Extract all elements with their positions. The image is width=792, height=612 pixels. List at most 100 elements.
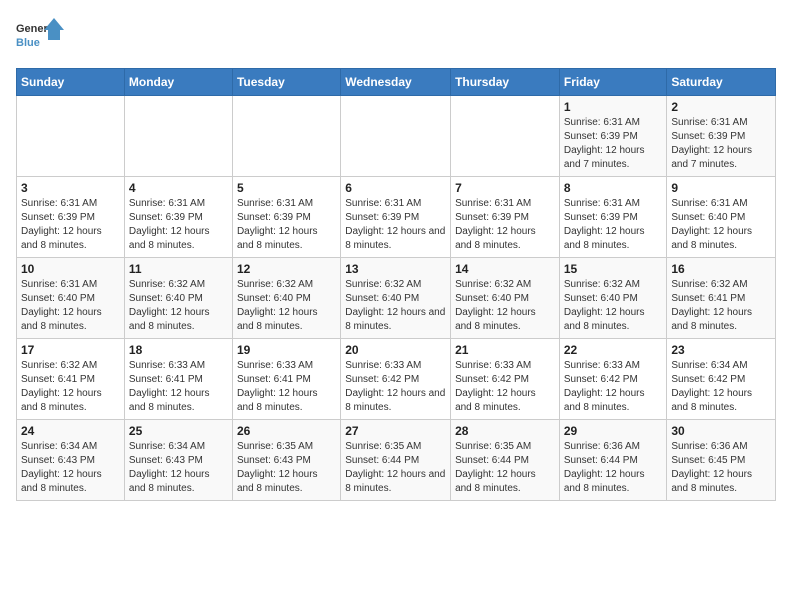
day-info: Sunrise: 6:33 AM Sunset: 6:42 PM Dayligh…: [564, 359, 663, 415]
day-cell: 7 Sunrise: 6:31 AM Sunset: 6:39 PM Daylig…: [451, 177, 560, 258]
day-cell: 6 Sunrise: 6:31 AM Sunset: 6:39 PM Daylig…: [341, 177, 451, 258]
calendar-header-row: SundayMondayTuesdayWednesdayThursdayFrid…: [17, 69, 776, 96]
day-info: Sunrise: 6:32 AM Sunset: 6:40 PM Dayligh…: [129, 278, 228, 334]
day-info: Sunrise: 6:33 AM Sunset: 6:42 PM Dayligh…: [455, 359, 555, 415]
calendar: SundayMondayTuesdayWednesdayThursdayFrid…: [16, 68, 776, 501]
header-saturday: Saturday: [667, 69, 776, 96]
day-cell: 4 Sunrise: 6:31 AM Sunset: 6:39 PM Daylig…: [124, 177, 232, 258]
week-row-1: 1 Sunrise: 6:31 AM Sunset: 6:39 PM Daylig…: [17, 96, 776, 177]
day-number: 7: [455, 181, 555, 195]
day-cell: 3 Sunrise: 6:31 AM Sunset: 6:39 PM Daylig…: [17, 177, 125, 258]
day-cell: 11Sunrise: 6:32 AM Sunset: 6:40 PM Dayli…: [124, 258, 232, 339]
day-number: 5: [237, 181, 336, 195]
day-number: 27: [345, 424, 446, 438]
day-cell: 2 Sunrise: 6:31 AM Sunset: 6:39 PM Daylig…: [667, 96, 776, 177]
day-cell: 17 Sunrise: 6:32 AM Sunset: 6:41 PM Dayli…: [17, 339, 125, 420]
day-number: 16: [671, 262, 771, 276]
day-info: Sunrise: 6:31 AM Sunset: 6:39 PM Dayligh…: [345, 197, 446, 253]
header-sunday: Sunday: [17, 69, 125, 96]
day-cell: 24 Sunrise: 6:34 AM Sunset: 6:43 PM Dayli…: [17, 420, 125, 501]
page-header: General Blue: [16, 16, 776, 56]
day-info: Sunrise: 6:33 AM Sunset: 6:41 PM Dayligh…: [129, 359, 228, 415]
day-number: 29: [564, 424, 663, 438]
header-wednesday: Wednesday: [341, 69, 451, 96]
day-cell: 23Sunrise: 6:34 AM Sunset: 6:42 PM Dayli…: [667, 339, 776, 420]
day-cell: [451, 96, 560, 177]
week-row-2: 3 Sunrise: 6:31 AM Sunset: 6:39 PM Daylig…: [17, 177, 776, 258]
week-row-5: 24 Sunrise: 6:34 AM Sunset: 6:43 PM Dayli…: [17, 420, 776, 501]
svg-text:Blue: Blue: [16, 37, 40, 49]
day-number: 25: [129, 424, 228, 438]
day-number: 2: [671, 100, 771, 114]
day-info: Sunrise: 6:35 AM Sunset: 6:44 PM Dayligh…: [455, 440, 555, 496]
day-cell: 13 Sunrise: 6:32 AM Sunset: 6:40 PM Dayli…: [341, 258, 451, 339]
day-cell: [124, 96, 232, 177]
day-info: Sunrise: 6:31 AM Sunset: 6:39 PM Dayligh…: [455, 197, 555, 253]
day-number: 13: [345, 262, 446, 276]
day-cell: 28Sunrise: 6:35 AM Sunset: 6:44 PM Dayli…: [451, 420, 560, 501]
day-info: Sunrise: 6:31 AM Sunset: 6:39 PM Dayligh…: [671, 116, 771, 172]
day-cell: 12Sunrise: 6:32 AM Sunset: 6:40 PM Dayli…: [232, 258, 340, 339]
day-info: Sunrise: 6:31 AM Sunset: 6:40 PM Dayligh…: [21, 278, 120, 334]
day-number: 15: [564, 262, 663, 276]
day-number: 20: [345, 343, 446, 357]
day-number: 18: [129, 343, 228, 357]
day-info: Sunrise: 6:32 AM Sunset: 6:40 PM Dayligh…: [237, 278, 336, 334]
day-info: Sunrise: 6:31 AM Sunset: 6:40 PM Dayligh…: [671, 197, 771, 253]
day-info: Sunrise: 6:31 AM Sunset: 6:39 PM Dayligh…: [237, 197, 336, 253]
day-cell: 20 Sunrise: 6:33 AM Sunset: 6:42 PM Dayli…: [341, 339, 451, 420]
day-cell: 5 Sunrise: 6:31 AM Sunset: 6:39 PM Daylig…: [232, 177, 340, 258]
day-number: 17: [21, 343, 120, 357]
day-cell: [17, 96, 125, 177]
day-info: Sunrise: 6:32 AM Sunset: 6:41 PM Dayligh…: [21, 359, 120, 415]
day-info: Sunrise: 6:34 AM Sunset: 6:43 PM Dayligh…: [129, 440, 228, 496]
day-cell: 18 Sunrise: 6:33 AM Sunset: 6:41 PM Dayli…: [124, 339, 232, 420]
day-number: 23: [671, 343, 771, 357]
day-number: 3: [21, 181, 120, 195]
day-number: 4: [129, 181, 228, 195]
header-friday: Friday: [559, 69, 667, 96]
day-cell: 19Sunrise: 6:33 AM Sunset: 6:41 PM Dayli…: [232, 339, 340, 420]
day-number: 14: [455, 262, 555, 276]
day-cell: 9Sunrise: 6:31 AM Sunset: 6:40 PM Daylig…: [667, 177, 776, 258]
day-info: Sunrise: 6:32 AM Sunset: 6:40 PM Dayligh…: [564, 278, 663, 334]
day-cell: [341, 96, 451, 177]
day-number: 1: [564, 100, 663, 114]
day-info: Sunrise: 6:31 AM Sunset: 6:39 PM Dayligh…: [21, 197, 120, 253]
day-cell: 21 Sunrise: 6:33 AM Sunset: 6:42 PM Dayli…: [451, 339, 560, 420]
day-info: Sunrise: 6:34 AM Sunset: 6:43 PM Dayligh…: [21, 440, 120, 496]
day-info: Sunrise: 6:36 AM Sunset: 6:45 PM Dayligh…: [671, 440, 771, 496]
week-row-3: 10 Sunrise: 6:31 AM Sunset: 6:40 PM Dayli…: [17, 258, 776, 339]
day-cell: 8 Sunrise: 6:31 AM Sunset: 6:39 PM Daylig…: [559, 177, 667, 258]
header-thursday: Thursday: [451, 69, 560, 96]
day-number: 8: [564, 181, 663, 195]
day-cell: 15 Sunrise: 6:32 AM Sunset: 6:40 PM Dayli…: [559, 258, 667, 339]
day-info: Sunrise: 6:32 AM Sunset: 6:40 PM Dayligh…: [455, 278, 555, 334]
day-info: Sunrise: 6:35 AM Sunset: 6:43 PM Dayligh…: [237, 440, 336, 496]
day-info: Sunrise: 6:32 AM Sunset: 6:41 PM Dayligh…: [671, 278, 771, 334]
day-cell: 26 Sunrise: 6:35 AM Sunset: 6:43 PM Dayli…: [232, 420, 340, 501]
day-number: 24: [21, 424, 120, 438]
day-info: Sunrise: 6:32 AM Sunset: 6:40 PM Dayligh…: [345, 278, 446, 334]
logo-svg: General Blue: [16, 16, 66, 56]
day-info: Sunrise: 6:31 AM Sunset: 6:39 PM Dayligh…: [564, 197, 663, 253]
header-tuesday: Tuesday: [232, 69, 340, 96]
day-number: 10: [21, 262, 120, 276]
day-info: Sunrise: 6:36 AM Sunset: 6:44 PM Dayligh…: [564, 440, 663, 496]
logo: General Blue: [16, 16, 66, 56]
day-cell: 16 Sunrise: 6:32 AM Sunset: 6:41 PM Dayli…: [667, 258, 776, 339]
day-number: 26: [237, 424, 336, 438]
day-info: Sunrise: 6:31 AM Sunset: 6:39 PM Dayligh…: [129, 197, 228, 253]
day-cell: 14 Sunrise: 6:32 AM Sunset: 6:40 PM Dayli…: [451, 258, 560, 339]
day-number: 22: [564, 343, 663, 357]
day-number: 30: [671, 424, 771, 438]
day-cell: 30 Sunrise: 6:36 AM Sunset: 6:45 PM Dayli…: [667, 420, 776, 501]
day-cell: 29 Sunrise: 6:36 AM Sunset: 6:44 PM Dayli…: [559, 420, 667, 501]
day-number: 6: [345, 181, 446, 195]
header-monday: Monday: [124, 69, 232, 96]
day-cell: 1 Sunrise: 6:31 AM Sunset: 6:39 PM Daylig…: [559, 96, 667, 177]
day-cell: 27Sunrise: 6:35 AM Sunset: 6:44 PM Dayli…: [341, 420, 451, 501]
day-number: 21: [455, 343, 555, 357]
day-info: Sunrise: 6:31 AM Sunset: 6:39 PM Dayligh…: [564, 116, 663, 172]
day-info: Sunrise: 6:33 AM Sunset: 6:42 PM Dayligh…: [345, 359, 446, 415]
